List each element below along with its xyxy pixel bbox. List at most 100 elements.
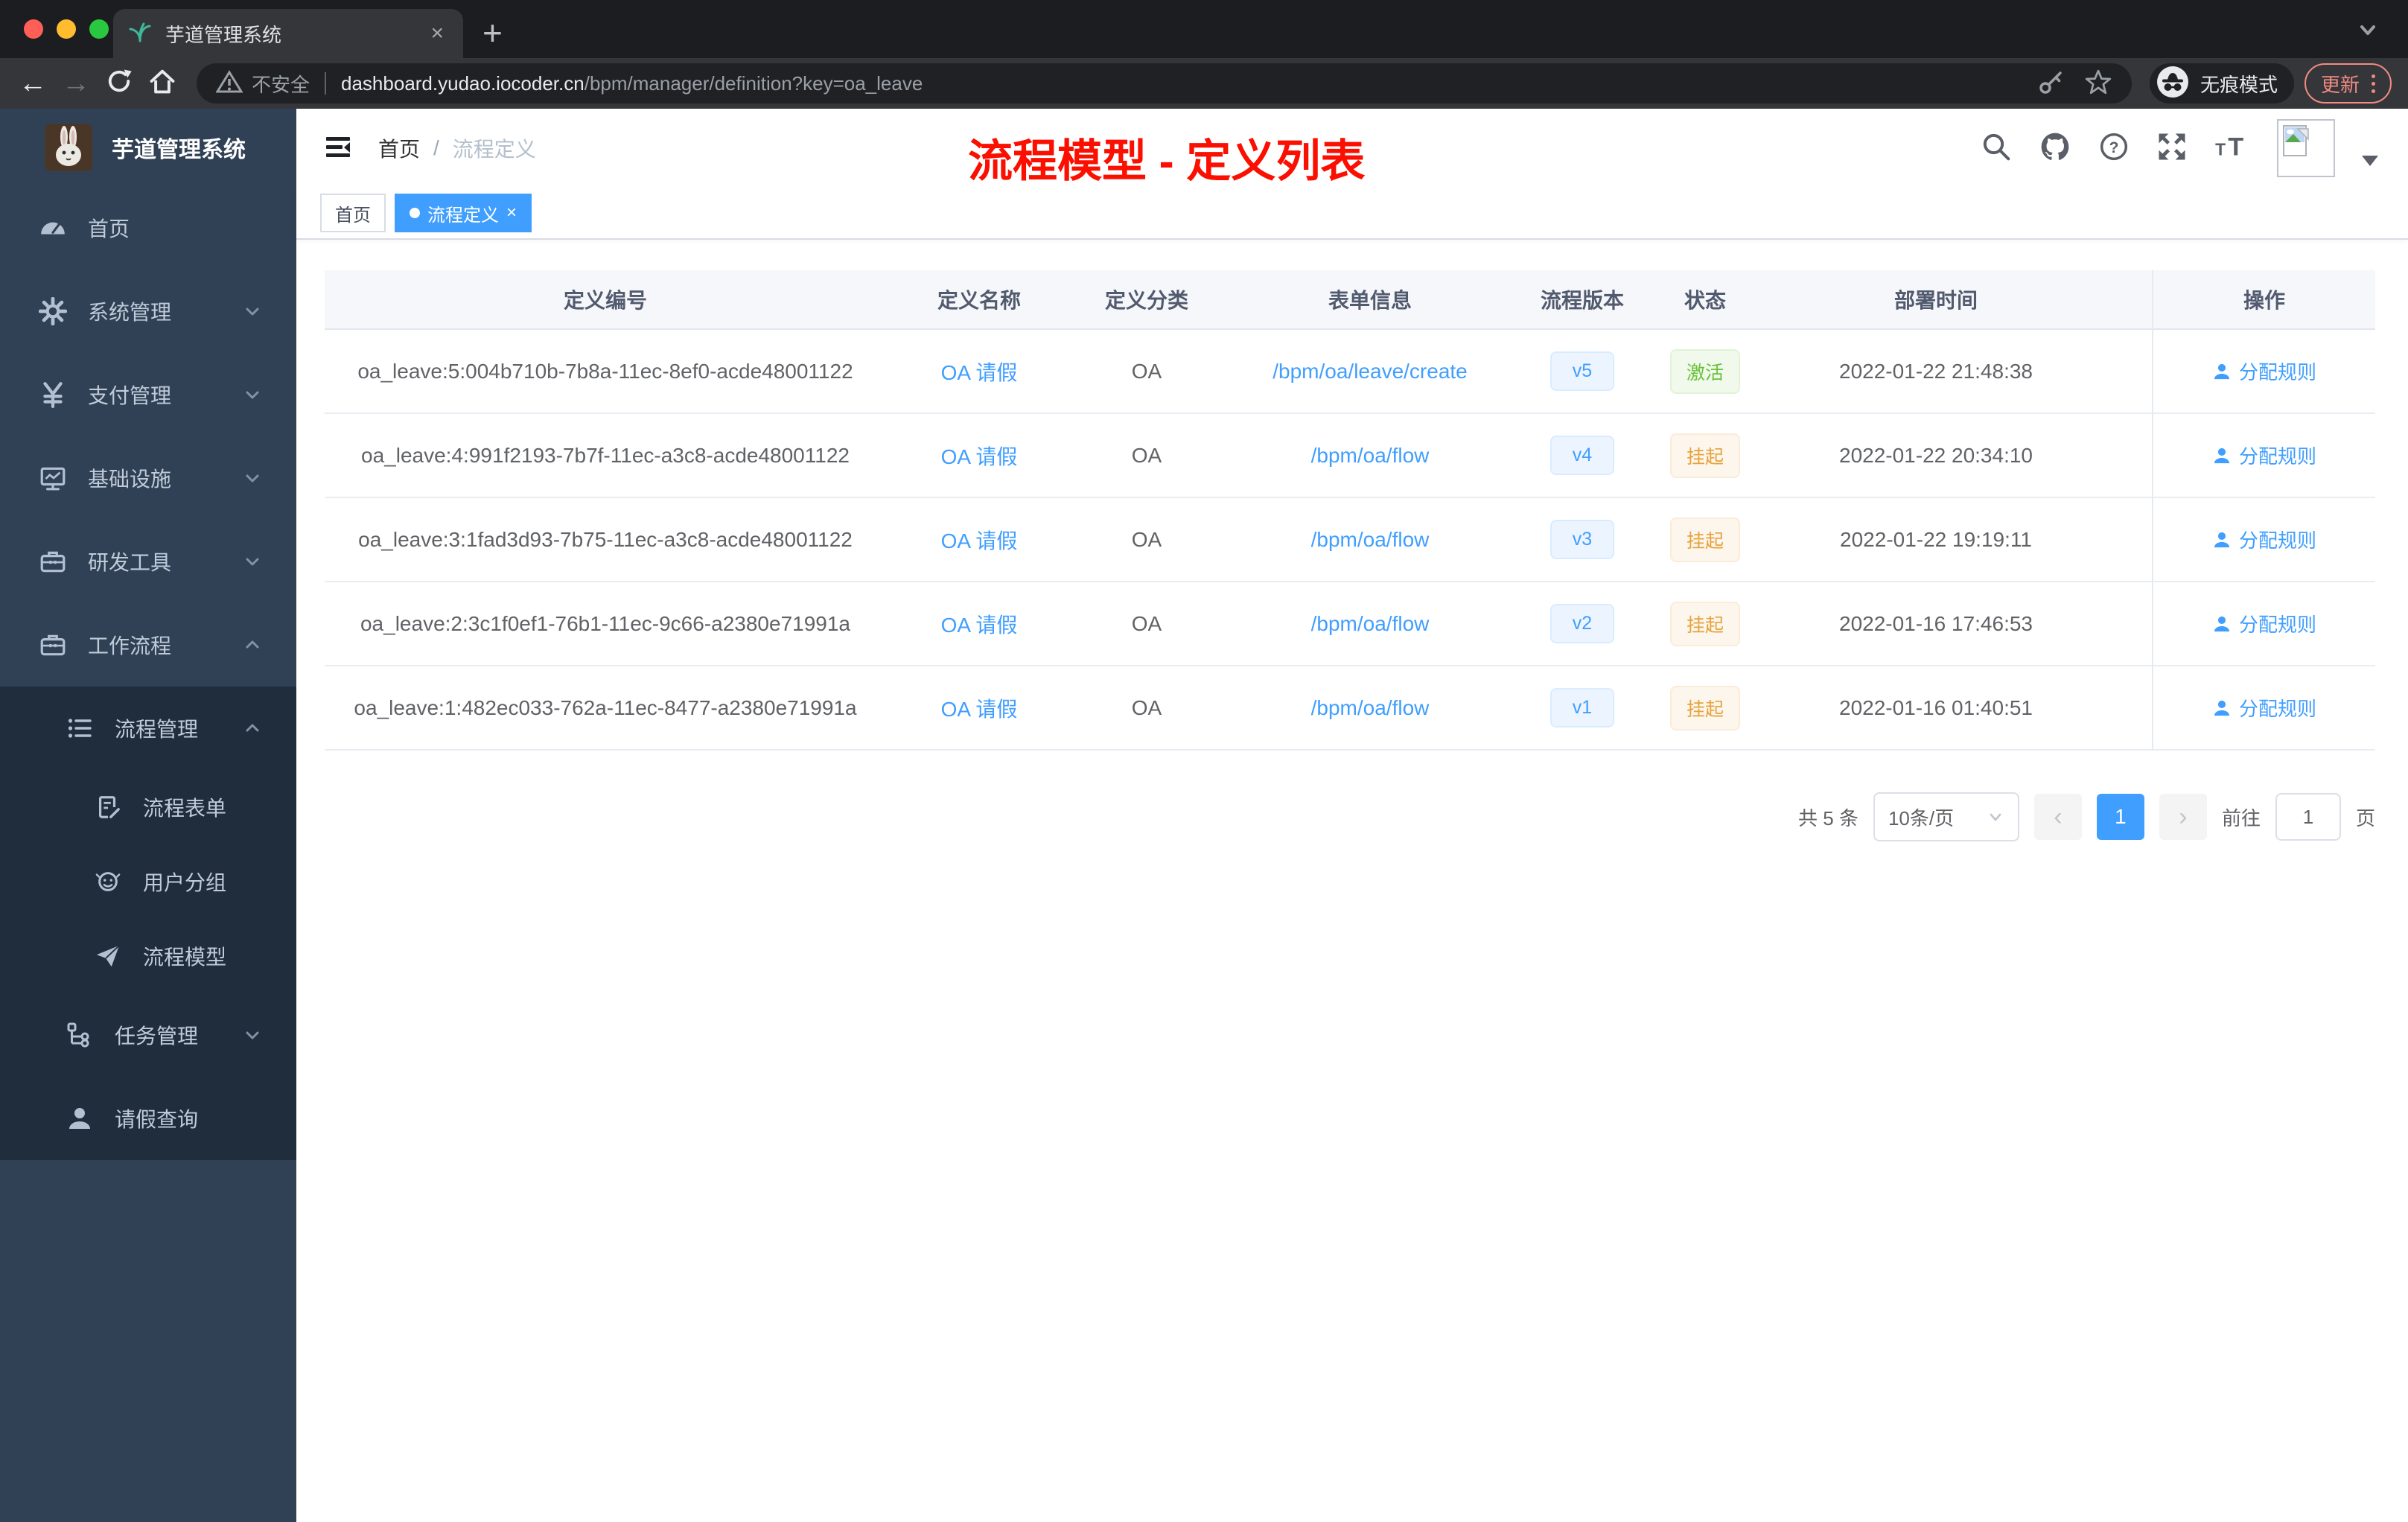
tag-process-definition[interactable]: 流程定义 × — [395, 194, 532, 232]
cell-definition-id: oa_leave:1:482ec033-762a-11ec-8477-a2380… — [325, 666, 886, 751]
forward-icon[interactable]: → — [60, 69, 92, 98]
task-tree-icon — [66, 1022, 94, 1048]
chevron-down-icon — [241, 550, 264, 573]
col-header-deploy-time: 部署时间 — [1765, 270, 2107, 330]
form-info-link[interactable]: /bpm/oa/flow — [1311, 612, 1430, 636]
close-window-button[interactable] — [24, 19, 43, 39]
browser-chrome: 芋道管理系统 × + ← → 不安全 dashboard.yudao.iocod… — [0, 0, 2408, 109]
definition-name-link[interactable]: OA 请假 — [941, 693, 1018, 723]
cell-deploy-time: 2022-01-22 21:48:38 — [1765, 330, 2107, 414]
sidebar-item-leave-query[interactable]: 请假查询 — [0, 1077, 296, 1160]
sidebar-item-system[interactable]: 系统管理 — [0, 270, 296, 353]
sidebar-item-workflow[interactable]: 工作流程 — [0, 603, 296, 687]
goto-page-input[interactable] — [2275, 793, 2341, 841]
table-row: oa_leave:4:991f2193-7b7f-11ec-a3c8-acde4… — [325, 414, 2375, 498]
assign-rule-button[interactable]: 分配规则 — [2212, 610, 2316, 637]
sidebar-item-payment[interactable]: 支付管理 — [0, 353, 296, 436]
hamburger-fold-icon[interactable] — [322, 130, 354, 167]
workflow-submenu: 流程管理 流程表单 用户分组 流程模型 任务管理 请假查询 — [0, 687, 296, 1160]
sidebar-item-task-management[interactable]: 任务管理 — [0, 993, 296, 1077]
form-info-link[interactable]: /bpm/oa/flow — [1311, 696, 1430, 720]
github-icon[interactable] — [2039, 130, 2071, 167]
url-text[interactable]: dashboard.yudao.iocoder.cn/bpm/manager/d… — [341, 72, 923, 95]
cell-category: OA — [1072, 582, 1221, 666]
minimize-window-button[interactable] — [57, 19, 76, 39]
password-key-icon[interactable] — [2038, 69, 2065, 99]
sidebar-item-user-group[interactable]: 用户分组 — [0, 844, 296, 919]
page-size-select[interactable]: 10条/页 — [1873, 792, 2019, 841]
prev-page-button[interactable]: ‹ — [2033, 794, 2082, 840]
omnibox-divider — [325, 72, 327, 95]
table-row: oa_leave:5:004b710b-7b8a-11ec-8ef0-acde4… — [325, 330, 2375, 414]
process-list-icon — [66, 715, 94, 742]
tags-view-bar: 首页 流程定义 × — [296, 188, 2408, 240]
assign-rule-button[interactable]: 分配规则 — [2212, 357, 2316, 385]
app-logo-row[interactable]: 芋道管理系统 — [0, 109, 296, 186]
form-icon — [94, 795, 122, 820]
svg-text:T: T — [2215, 139, 2226, 159]
user-avatar-broken-image[interactable] — [2277, 119, 2335, 177]
new-tab-button[interactable]: + — [482, 10, 503, 55]
not-secure-warning-icon[interactable] — [215, 69, 243, 99]
toolbox-icon — [39, 547, 67, 576]
browser-menu-kebab-icon[interactable] — [2372, 74, 2375, 93]
definition-name-link[interactable]: OA 请假 — [941, 441, 1018, 471]
update-label[interactable]: 更新 — [2321, 70, 2360, 98]
tab-search-chevron-icon[interactable] — [2354, 16, 2381, 47]
sidebar-item-home[interactable]: 首页 — [0, 186, 296, 270]
breadcrumb-current: 流程定义 — [452, 138, 536, 161]
search-icon[interactable] — [1981, 131, 2012, 166]
cell-category: OA — [1072, 666, 1221, 751]
back-icon[interactable]: ← — [16, 69, 49, 98]
chevron-down-icon — [241, 383, 264, 406]
table-row: oa_leave:1:482ec033-762a-11ec-8477-a2380… — [325, 666, 2375, 751]
browser-tab[interactable]: 芋道管理系统 × — [113, 9, 463, 58]
cell-definition-id: oa_leave:3:1fad3d93-7b75-11ec-a3c8-acde4… — [325, 498, 886, 582]
tag-close-icon[interactable]: × — [506, 204, 517, 222]
help-icon[interactable]: ? — [2098, 131, 2130, 166]
avatar-caret-icon[interactable] — [2362, 156, 2378, 166]
url-domain[interactable]: dashboard.yudao.iocoder.cn — [341, 72, 585, 95]
breadcrumb-home[interactable]: 首页 — [378, 133, 420, 163]
url-path[interactable]: /bpm/manager/definition?key=oa_leave — [585, 72, 923, 95]
bookmark-star-icon[interactable] — [2084, 68, 2112, 100]
form-info-link[interactable]: /bpm/oa/flow — [1311, 444, 1430, 468]
next-page-button[interactable]: › — [2159, 794, 2207, 840]
sidebar-item-process-management[interactable]: 流程管理 — [0, 687, 296, 770]
assign-rule-button[interactable]: 分配规则 — [2212, 442, 2316, 469]
address-bar[interactable]: 不安全 dashboard.yudao.iocoder.cn/bpm/manag… — [197, 63, 2132, 104]
tab-close-icon[interactable]: × — [426, 22, 448, 45]
form-info-link[interactable]: /bpm/oa/flow — [1311, 528, 1430, 552]
assign-rule-button[interactable]: 分配规则 — [2212, 526, 2316, 553]
sidebar-item-infrastructure[interactable]: 基础设施 — [0, 436, 296, 520]
browser-update-button[interactable]: 更新 — [2304, 63, 2392, 104]
cell-deploy-time: 2022-01-16 17:46:53 — [1765, 582, 2107, 666]
version-badge: v2 — [1550, 604, 1614, 643]
sidebar-item-process-model[interactable]: 流程模型 — [0, 919, 296, 993]
window-controls[interactable] — [24, 19, 109, 39]
favicon-sprout-icon — [128, 20, 152, 48]
definition-name-link[interactable]: OA 请假 — [941, 609, 1018, 639]
cell-filler — [2107, 582, 2152, 666]
current-page-button[interactable]: 1 — [2096, 794, 2144, 840]
chevron-up-icon — [241, 717, 264, 739]
security-label[interactable]: 不安全 — [252, 70, 310, 98]
pagination-total: 共 5 条 — [1798, 806, 1858, 830]
version-badge: v3 — [1550, 520, 1614, 559]
fullscreen-icon[interactable] — [2156, 131, 2188, 166]
tag-home[interactable]: 首页 — [320, 194, 386, 232]
sidebar-item-dev-tools[interactable]: 研发工具 — [0, 520, 296, 603]
sidebar-menu: 首页 系统管理 支付管理 基础设施 研发工具 工作流程 流程管理 流程表单 用户… — [0, 186, 296, 1160]
font-size-icon[interactable]: TT — [2214, 131, 2250, 166]
zoom-window-button[interactable] — [89, 19, 109, 39]
reload-icon[interactable] — [103, 66, 136, 101]
definition-name-link[interactable]: OA 请假 — [941, 357, 1018, 386]
chevron-down-icon — [241, 300, 264, 322]
sidebar-item-process-form[interactable]: 流程表单 — [0, 770, 296, 844]
definition-name-link[interactable]: OA 请假 — [941, 525, 1018, 555]
cell-definition-id: oa_leave:2:3c1f0ef1-76b1-11ec-9c66-a2380… — [325, 582, 886, 666]
form-info-link[interactable]: /bpm/oa/leave/create — [1273, 360, 1468, 383]
assign-rule-button[interactable]: 分配规则 — [2212, 694, 2316, 722]
chevron-down-icon — [1990, 813, 2001, 821]
home-icon[interactable] — [146, 66, 179, 101]
